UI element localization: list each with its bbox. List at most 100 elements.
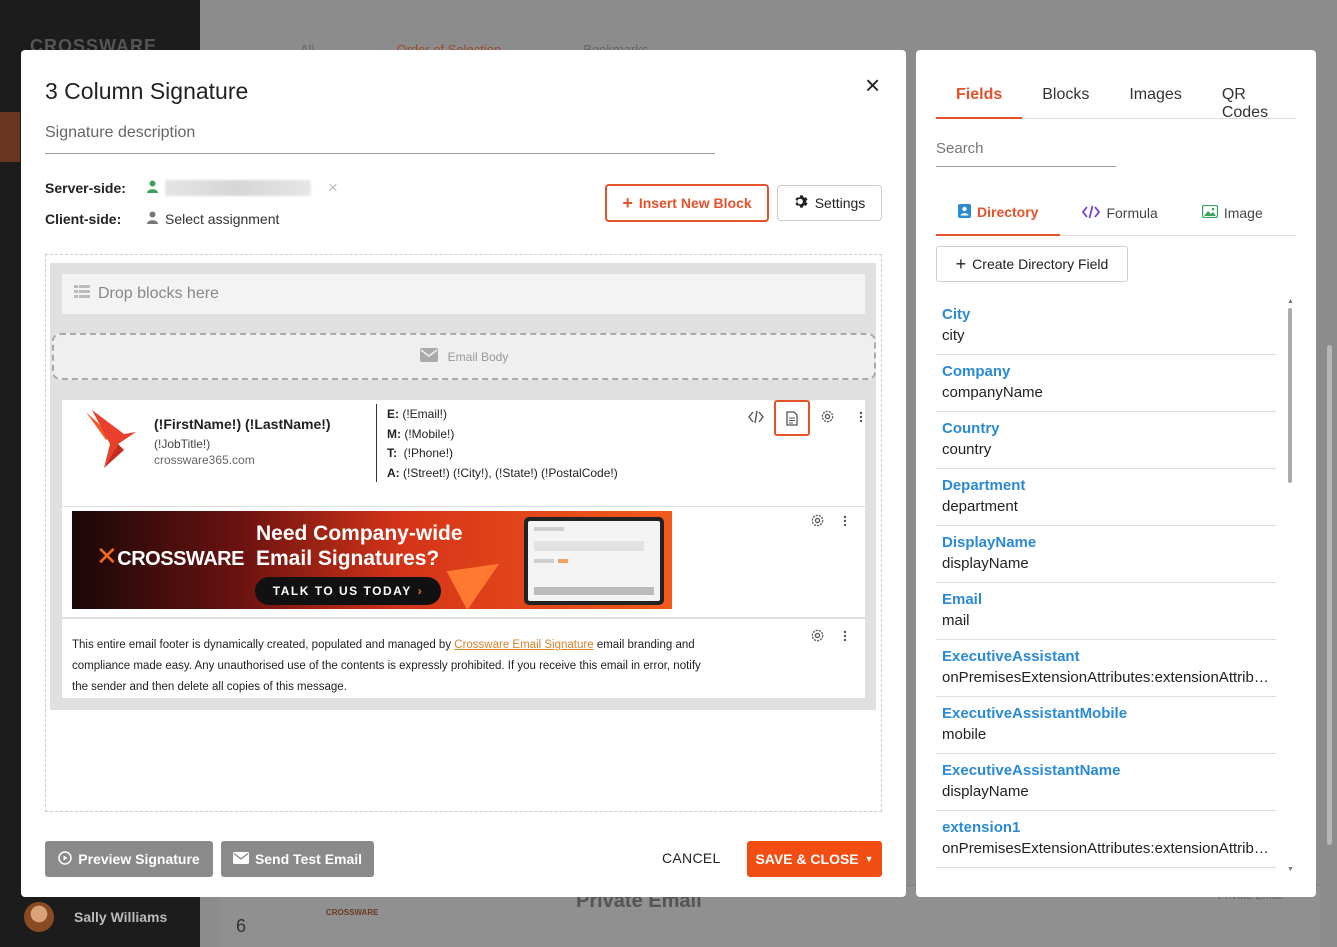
clear-assignment-icon[interactable]: × bbox=[328, 178, 338, 198]
signature-block[interactable]: (!FirstName!) (!LastName!) (!JobTitle!) … bbox=[62, 400, 865, 506]
save-and-close-button[interactable]: SAVE & CLOSE ▼ bbox=[747, 841, 882, 877]
assigned-user-redacted bbox=[165, 180, 311, 196]
gear-icon[interactable] bbox=[810, 628, 825, 646]
contact-email: E: (!Email!) bbox=[387, 407, 448, 421]
list-item[interactable]: ExecutiveAssistantName displayName bbox=[936, 754, 1276, 811]
laptop-illustration bbox=[524, 517, 664, 605]
panel-tabs: Fields Blocks Images QR Codes bbox=[936, 80, 1296, 121]
code-icon bbox=[1082, 205, 1101, 222]
client-side-label: Client-side: bbox=[45, 211, 122, 227]
tab-fields[interactable]: Fields bbox=[936, 80, 1023, 119]
banner-logo: ✕CROSSWARE bbox=[96, 541, 244, 571]
insert-new-block-button[interactable]: + Insert New Block bbox=[605, 184, 769, 222]
row-thumbnail-logo: CROSSWARE bbox=[326, 908, 379, 917]
plus-icon: + bbox=[955, 254, 967, 274]
directory-field-list: City city Company companyName Country count… bbox=[936, 298, 1276, 868]
send-test-email-button[interactable]: Send Test Email bbox=[221, 841, 374, 877]
list-item[interactable]: Department department bbox=[936, 469, 1276, 526]
signature-job-title: (!JobTitle!) bbox=[154, 437, 211, 451]
preview-signature-label: Preview Signature bbox=[78, 851, 200, 867]
signature-editor-modal: 3 Column Signature × Signature descripti… bbox=[21, 50, 906, 897]
crossware-logo-icon bbox=[86, 410, 136, 468]
list-item[interactable]: ExecutiveAssistant onPremisesExtensionAtt… bbox=[936, 640, 1276, 697]
banner-cta: TALK TO US TODAY › bbox=[255, 577, 441, 605]
more-vertical-icon[interactable] bbox=[843, 629, 847, 645]
list-item[interactable]: Country country bbox=[936, 412, 1276, 469]
email-body-label: Email Body bbox=[447, 349, 509, 364]
email-body-placeholder: Email Body bbox=[52, 333, 876, 380]
sidebar-active-indicator bbox=[0, 112, 20, 162]
code-icon[interactable] bbox=[748, 410, 764, 427]
document-icon[interactable] bbox=[774, 400, 810, 436]
signature-contacts: E: (!Email!) M: (!Mobile!) T: (!Phone!) … bbox=[387, 405, 618, 483]
envelope-icon bbox=[419, 348, 438, 365]
subtab-directory[interactable]: Directory bbox=[936, 190, 1061, 236]
block-toolbar bbox=[748, 400, 863, 436]
server-side-assignment[interactable]: × bbox=[147, 178, 338, 198]
client-side-assignment[interactable]: Select assignment bbox=[147, 211, 279, 227]
fields-panel: Fields Blocks Images QR Codes Search Dir… bbox=[916, 50, 1316, 897]
signature-divider bbox=[376, 404, 377, 482]
more-vertical-icon[interactable] bbox=[859, 410, 863, 426]
list-item[interactable]: extension1 onPremisesExtensionAttributes:… bbox=[936, 811, 1276, 868]
block-toolbar bbox=[810, 513, 847, 531]
row-number: 6 bbox=[236, 916, 247, 936]
envelope-icon bbox=[232, 851, 249, 867]
avatar bbox=[24, 902, 54, 932]
banner-headline: Need Company-wide Email Signatures? bbox=[256, 522, 463, 570]
grid-icon bbox=[74, 284, 90, 304]
crossware-link[interactable]: Crossware Email Signature bbox=[454, 639, 593, 651]
field-source-tabs: Directory Formula Image bbox=[936, 190, 1296, 236]
close-icon[interactable]: × bbox=[865, 72, 880, 98]
drop-blocks-label: Drop blocks here bbox=[98, 285, 219, 302]
banner-block[interactable]: ✕CROSSWARE Need Company-wide Email Signa… bbox=[62, 507, 865, 617]
preview-signature-button[interactable]: Preview Signature bbox=[45, 841, 213, 877]
server-side-label: Server-side: bbox=[45, 180, 126, 196]
list-item[interactable]: DisplayName displayName bbox=[936, 526, 1276, 583]
send-test-email-label: Send Test Email bbox=[254, 851, 363, 867]
contact-address: A: (!Street!) (!City!), (!State!) (!Post… bbox=[387, 465, 618, 480]
field-list-scrollbar[interactable]: ▲ ▼ bbox=[1287, 298, 1294, 873]
gear-icon[interactable] bbox=[820, 409, 835, 427]
disclaimer-block[interactable]: This entire email footer is dynamically … bbox=[62, 619, 865, 698]
list-item[interactable]: City city bbox=[936, 298, 1276, 355]
subtab-image[interactable]: Image bbox=[1180, 190, 1285, 236]
signature-description-input[interactable]: Signature description bbox=[45, 124, 715, 154]
more-vertical-icon[interactable] bbox=[843, 514, 847, 530]
tab-images[interactable]: Images bbox=[1109, 80, 1201, 119]
image-icon bbox=[1201, 204, 1218, 221]
tab-qr-codes[interactable]: QR Codes bbox=[1202, 80, 1296, 121]
user-profile[interactable]: Sally Williams bbox=[24, 902, 167, 932]
settings-button[interactable]: Settings bbox=[777, 185, 882, 221]
cancel-button[interactable]: CANCEL bbox=[662, 850, 721, 866]
page-scrollbar[interactable] bbox=[1327, 345, 1332, 845]
tab-blocks[interactable]: Blocks bbox=[1022, 80, 1109, 119]
list-item[interactable]: ExecutiveAssistantMobile mobile bbox=[936, 697, 1276, 754]
play-circle-icon bbox=[58, 850, 73, 868]
create-directory-field-button[interactable]: + Create Directory Field bbox=[936, 246, 1128, 282]
settings-label: Settings bbox=[814, 195, 866, 211]
select-assignment-text: Select assignment bbox=[165, 211, 280, 227]
block-toolbar bbox=[810, 628, 847, 646]
drop-blocks-zone[interactable]: Drop blocks here bbox=[62, 274, 865, 314]
plus-icon: + bbox=[622, 193, 633, 213]
search-input[interactable]: Search bbox=[936, 140, 1116, 167]
caret-down-icon[interactable]: ▼ bbox=[865, 854, 874, 864]
contact-card-icon bbox=[958, 203, 971, 221]
list-item[interactable]: Email mail bbox=[936, 583, 1276, 640]
user-name: Sally Williams bbox=[74, 909, 168, 925]
gear-icon bbox=[794, 194, 809, 212]
contact-mobile: M: (!Mobile!) bbox=[387, 426, 455, 441]
user-icon bbox=[147, 180, 158, 196]
disclaimer-text: This entire email footer is dynamically … bbox=[72, 639, 701, 693]
insert-new-block-label: Insert New Block bbox=[638, 195, 752, 211]
signature-website: crossware365.com bbox=[154, 453, 255, 467]
gear-icon[interactable] bbox=[810, 513, 825, 531]
list-item[interactable]: Company companyName bbox=[936, 355, 1276, 412]
subtab-formula[interactable]: Formula bbox=[1060, 190, 1179, 236]
signature-name: (!FirstName!) (!LastName!) bbox=[154, 416, 331, 432]
user-icon bbox=[147, 211, 158, 227]
modal-title: 3 Column Signature bbox=[45, 78, 249, 104]
save-and-close-label: SAVE & CLOSE bbox=[755, 851, 859, 867]
contact-phone: T: (!Phone!) bbox=[387, 446, 454, 460]
